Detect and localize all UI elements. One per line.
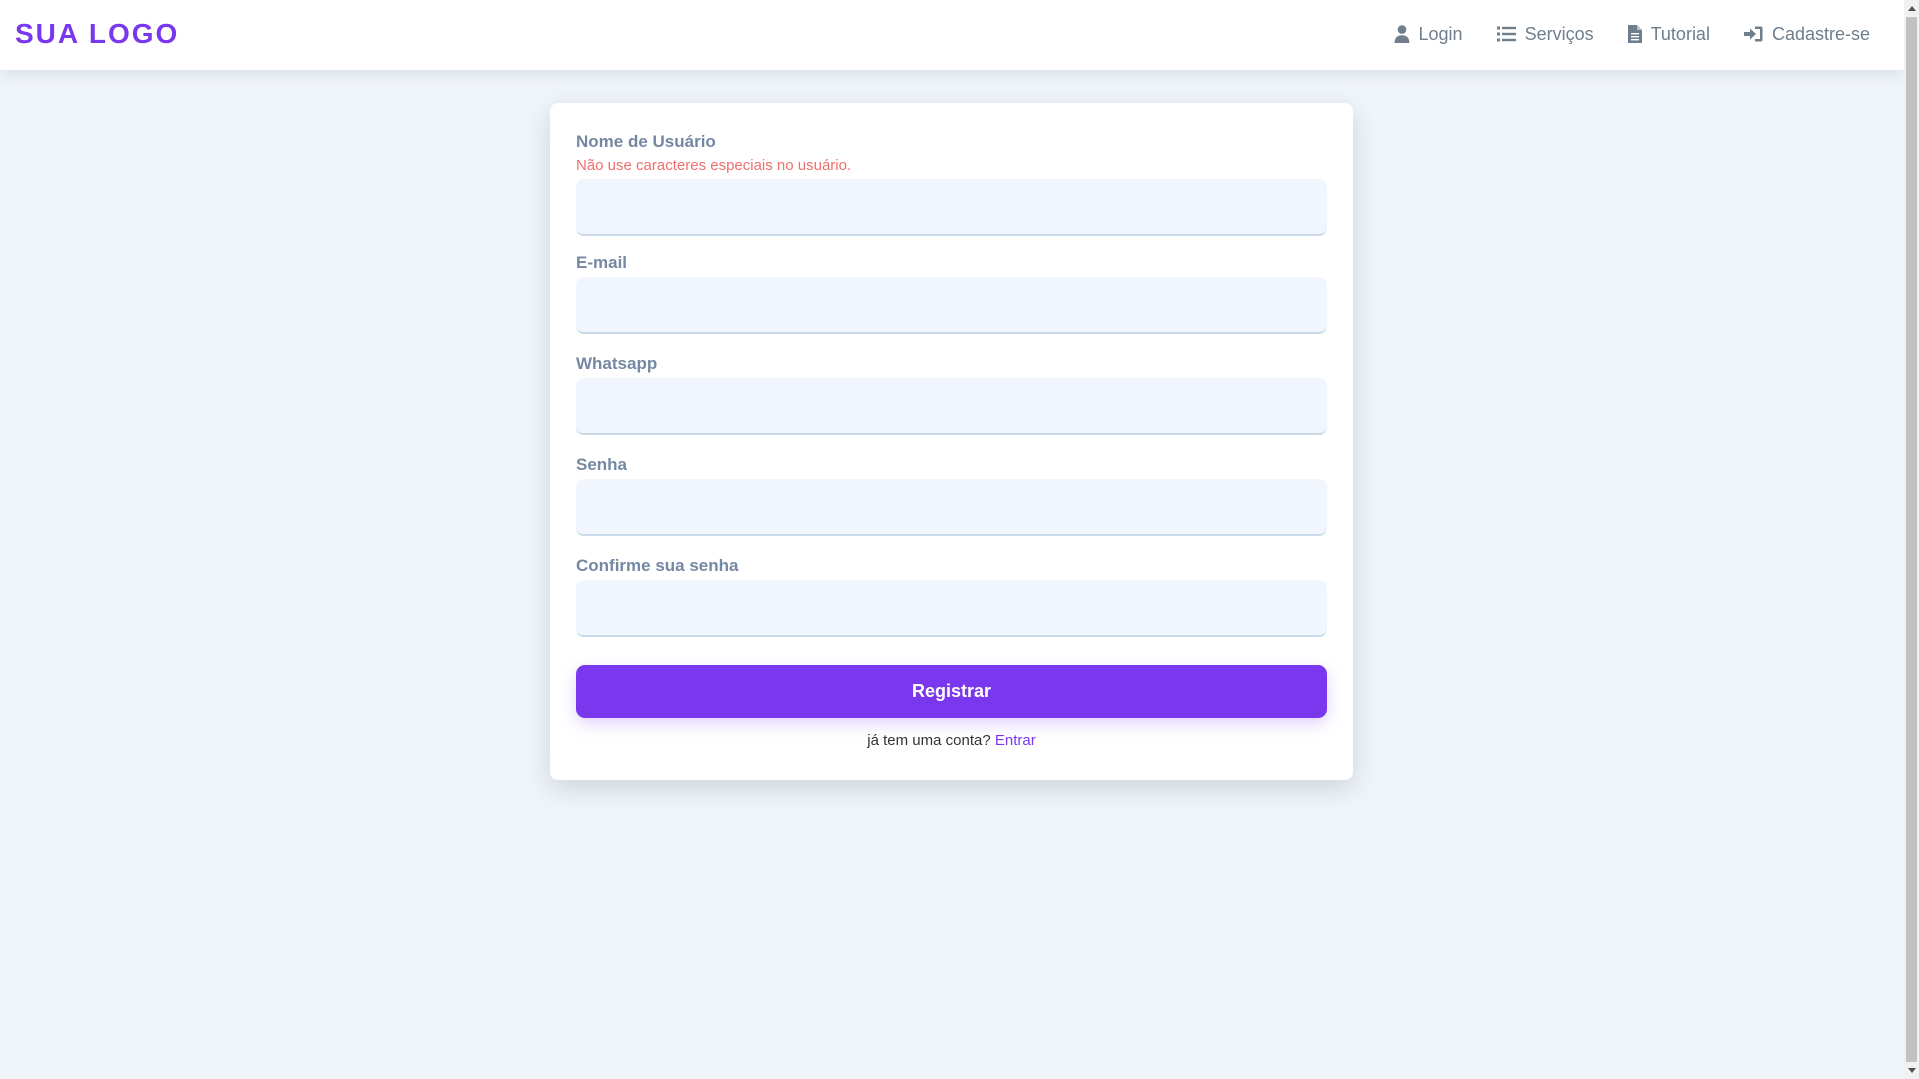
email-label: E-mail <box>576 253 628 272</box>
list-icon <box>1496 26 1516 42</box>
confirm-password-input[interactable] <box>576 580 1327 637</box>
nav-item-cadastre-se-label: Cadastre-se <box>1771 24 1870 44</box>
whatsapp-input[interactable] <box>576 378 1327 435</box>
register-button[interactable]: Registrar <box>576 665 1327 718</box>
register-card: Nome de Usuário Não use caracteres espec… <box>550 103 1353 780</box>
vertical-scrollbar[interactable] <box>1904 0 1919 1079</box>
username-hint: Não use caracteres especiais no usuário. <box>576 157 852 174</box>
nav-item-login[interactable]: Login <box>1394 18 1463 50</box>
nav-item-tutorial[interactable]: Tutorial <box>1627 18 1710 50</box>
top-navbar: SUA LOGO Login Serviços Tutorial Cadastr… <box>0 0 1904 70</box>
nav-item-servicos-label: Serviços <box>1524 24 1594 44</box>
username-label: Nome de Usuário <box>576 132 716 151</box>
document-icon <box>1627 25 1642 43</box>
sign-in-icon <box>1743 26 1763 42</box>
nav-item-cadastre-se[interactable]: Cadastre-se <box>1743 18 1870 50</box>
scroll-up-arrow-icon[interactable] <box>1904 0 1919 17</box>
email-field-group: E-mail <box>576 252 1327 334</box>
password-input[interactable] <box>576 479 1327 536</box>
login-link[interactable]: Entrar <box>995 732 1036 749</box>
login-prompt-text: já tem uma conta? <box>867 732 991 749</box>
confirm-password-field-group: Confirme sua senha <box>576 555 1327 637</box>
nav-item-tutorial-label: Tutorial <box>1650 24 1710 44</box>
username-field-group: Nome de Usuário Não use caracteres espec… <box>576 131 1327 236</box>
nav-item-login-label: Login <box>1418 24 1463 44</box>
brand-logo[interactable]: SUA LOGO <box>15 16 179 52</box>
scrollbar-thumb[interactable] <box>1906 17 1917 1062</box>
confirm-password-label: Confirme sua senha <box>576 556 739 575</box>
scroll-down-arrow-icon[interactable] <box>1904 1062 1919 1079</box>
user-icon <box>1394 25 1410 43</box>
nav-menu: Login Serviços Tutorial Cadastre-se <box>1394 18 1870 50</box>
password-field-group: Senha <box>576 454 1327 536</box>
login-prompt-line: já tem uma conta? Entrar <box>550 731 1353 751</box>
whatsapp-field-group: Whatsapp <box>576 353 1327 435</box>
whatsapp-label: Whatsapp <box>576 354 658 373</box>
nav-item-servicos[interactable]: Serviços <box>1496 18 1594 50</box>
username-input[interactable] <box>576 179 1327 236</box>
password-label: Senha <box>576 455 628 474</box>
email-input[interactable] <box>576 277 1327 334</box>
